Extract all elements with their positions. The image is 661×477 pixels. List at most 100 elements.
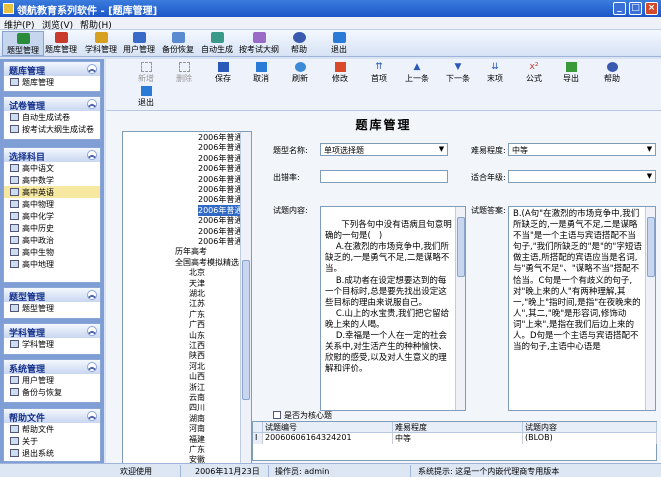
- table-cell[interactable]: 20060606164324201: [263, 433, 393, 444]
- toolbar-exit[interactable]: 退出: [318, 31, 360, 56]
- sidebar-item-subject[interactable]: 高中政治: [4, 234, 100, 246]
- scroll-thumb[interactable]: [242, 260, 250, 400]
- chevron-up-icon[interactable]: ︽: [87, 99, 97, 109]
- maximize-button[interactable]: □: [629, 2, 642, 15]
- scroll-thumb[interactable]: [647, 217, 655, 277]
- tree-node-region[interactable]: 福建: [189, 434, 205, 445]
- sidebar-item-auto-exam[interactable]: 自动生成试卷: [4, 111, 100, 123]
- tree-node-region[interactable]: 广东: [189, 444, 205, 455]
- grade-select[interactable]: ▼: [508, 170, 656, 183]
- question-type-select[interactable]: 单项选择题 ▼: [320, 143, 448, 156]
- sidebar-item-user-mgmt[interactable]: 用户管理: [4, 374, 100, 386]
- sidebar-item-subject[interactable]: 高中化学: [4, 210, 100, 222]
- sidebar-item-about[interactable]: 关于: [4, 435, 100, 447]
- tree-node-group[interactable]: 历年高考: [175, 246, 207, 257]
- table-cell[interactable]: 中等: [393, 433, 523, 444]
- panel-header[interactable]: 帮助文件 ︽: [4, 409, 100, 424]
- panel-header[interactable]: 系统管理 ︽: [4, 360, 100, 375]
- tree-node-region[interactable]: 北京: [189, 267, 205, 278]
- tree-node-region[interactable]: 浙江: [189, 382, 205, 393]
- panel-header[interactable]: 题型管理 ︽: [4, 288, 100, 303]
- refresh-button[interactable]: 刷新: [282, 62, 318, 84]
- toolbar-question-bank[interactable]: 题库管理: [40, 31, 82, 56]
- chevron-up-icon[interactable]: ︽: [87, 326, 97, 336]
- tree-node-region[interactable]: 江苏: [189, 298, 205, 309]
- new-button[interactable]: 新增: [128, 62, 164, 84]
- tree-node-region[interactable]: 云南: [189, 392, 205, 403]
- toolbar-question-type[interactable]: 题型管理: [2, 31, 44, 56]
- chevron-up-icon[interactable]: ︽: [87, 64, 97, 74]
- sidebar-item-subject[interactable]: 高中地理: [4, 258, 100, 270]
- sidebar-item-subject[interactable]: 高中语文: [4, 162, 100, 174]
- chevron-up-icon[interactable]: ︽: [87, 150, 97, 160]
- formula-button[interactable]: x² 公式: [516, 62, 552, 84]
- content-textarea[interactable]: 下列各句中没有语病且句意明确的一句是( ) A.在激烈的市场竞争中,我们所缺乏的…: [320, 206, 466, 411]
- tree-node-region[interactable]: 山东: [189, 330, 205, 341]
- last-button[interactable]: ⇊ 末项: [477, 62, 513, 84]
- toolbar-user[interactable]: 用户管理: [118, 31, 160, 56]
- toolbar-auto-generate[interactable]: 自动生成: [196, 31, 238, 56]
- panel-header[interactable]: 学科管理 ︽: [4, 324, 100, 339]
- save-button[interactable]: 保存: [205, 62, 241, 84]
- core-question-checkbox[interactable]: [273, 411, 281, 419]
- tree-node-region[interactable]: 陕西: [189, 350, 205, 361]
- content-scrollbar[interactable]: [455, 207, 465, 410]
- tree-node-region[interactable]: 河北: [189, 361, 205, 372]
- toolbar-help[interactable]: 帮助: [278, 31, 320, 56]
- tree-node-region[interactable]: 广东: [189, 309, 205, 320]
- tree-node-region[interactable]: 天津: [189, 278, 205, 289]
- error-rate-input[interactable]: [320, 170, 448, 183]
- question-grid: 试题编号 难易程度 试题内容 I 20060606164324201 中等 (B…: [252, 421, 657, 461]
- grid-header-id[interactable]: 试题编号: [263, 422, 393, 433]
- panel-header[interactable]: 选择科目 ︽: [4, 148, 100, 163]
- panel-header[interactable]: 试卷管理 ︽: [4, 97, 100, 112]
- exit-button[interactable]: 退出: [128, 86, 164, 108]
- tree-node-region[interactable]: 河南: [189, 423, 205, 434]
- scroll-thumb[interactable]: [457, 217, 465, 277]
- category-tree[interactable]: 2006年普通高 2006年普通高 2006年普通高 2006年普通高 2006年普通高…: [122, 131, 252, 465]
- cancel-button[interactable]: 取消: [243, 62, 279, 84]
- export-button[interactable]: 导出: [553, 62, 589, 84]
- toolbar-backup[interactable]: 备份恢复: [157, 31, 199, 56]
- toolbar-subject[interactable]: 学科管理: [80, 31, 122, 56]
- delete-button[interactable]: 删除: [166, 62, 202, 84]
- sidebar-item-question-type[interactable]: 题型管理: [4, 302, 100, 314]
- table-cell[interactable]: (BLOB): [523, 433, 657, 444]
- close-button[interactable]: ×: [645, 2, 658, 15]
- sidebar-item-exit[interactable]: 退出系统: [4, 447, 100, 459]
- sidebar-item-help-file[interactable]: 帮助文件: [4, 423, 100, 435]
- chevron-up-icon[interactable]: ︽: [87, 411, 97, 421]
- chevron-up-icon[interactable]: ︽: [87, 362, 97, 372]
- grid-header-content[interactable]: 试题内容: [523, 422, 657, 433]
- sidebar-item-subject[interactable]: 高中物理: [4, 198, 100, 210]
- tree-node-region[interactable]: 广西: [189, 319, 205, 330]
- tree-node-region[interactable]: 四川: [189, 402, 205, 413]
- answer-scrollbar[interactable]: [645, 207, 655, 410]
- grid-header-difficulty[interactable]: 难易程度: [393, 422, 523, 433]
- sidebar-item-subject[interactable]: 高中数学: [4, 174, 100, 186]
- sidebar-item-backup[interactable]: 备份与恢复: [4, 386, 100, 398]
- sidebar-item-outline-exam[interactable]: 按考试大纲生成试卷: [4, 123, 100, 135]
- first-button[interactable]: ⇈ 首项: [361, 62, 397, 84]
- panel-header[interactable]: 题库管理 ︽: [4, 62, 100, 77]
- tree-node-region[interactable]: 湖北: [189, 288, 205, 299]
- sidebar-item-subject[interactable]: 高中历史: [4, 222, 100, 234]
- sidebar-item-question-bank[interactable]: 题库管理: [4, 76, 100, 88]
- minimize-button[interactable]: _: [613, 2, 626, 15]
- chevron-up-icon[interactable]: ︽: [87, 290, 97, 300]
- tree-node-region[interactable]: 山西: [189, 371, 205, 382]
- tree-scrollbar[interactable]: [240, 132, 251, 464]
- edit-button[interactable]: 修改: [322, 62, 358, 84]
- answer-textarea[interactable]: B.(A句"在激烈的市场竞争中,我们所缺乏的,一是勇气不足,二是谋略不当"是一个…: [508, 206, 656, 411]
- difficulty-select[interactable]: 中等 ▼: [508, 143, 656, 156]
- previous-button[interactable]: ▲ 上一条: [399, 62, 435, 84]
- tree-node-region[interactable]: 湖南: [189, 413, 205, 424]
- help-button[interactable]: 帮助: [594, 62, 630, 84]
- tree-node-region[interactable]: 江西: [189, 340, 205, 351]
- toolbar-exam-outline[interactable]: 按考试大纲: [237, 31, 281, 56]
- sidebar-item-subject-mgmt[interactable]: 学科管理: [4, 338, 100, 350]
- sidebar-item-subject[interactable]: 高中英语: [4, 186, 100, 198]
- sidebar-item-subject[interactable]: 高中生物: [4, 246, 100, 258]
- next-button[interactable]: ▼ 下一条: [440, 62, 476, 84]
- tree-node-group[interactable]: 全国高考模拟精选: [175, 257, 239, 268]
